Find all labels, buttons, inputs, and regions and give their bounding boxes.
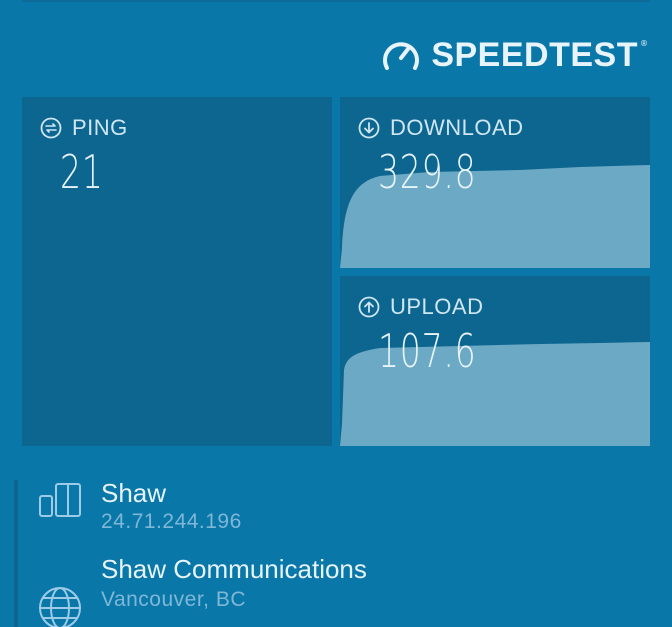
upload-label: UPLOAD bbox=[390, 294, 484, 319]
top-divider bbox=[22, 0, 650, 2]
ping-value: 21 bbox=[60, 145, 104, 199]
isp-name: Shaw bbox=[101, 478, 167, 508]
server-location: Vancouver, BC bbox=[101, 588, 247, 611]
ping-panel: PING 21 bbox=[22, 97, 332, 446]
brand-name: SPEEDTEST bbox=[431, 36, 638, 74]
ping-icon bbox=[40, 117, 62, 139]
ping-header: PING bbox=[40, 115, 128, 141]
ping-label: PING bbox=[72, 115, 128, 140]
info-divider bbox=[14, 480, 18, 627]
trademark-mark: ® bbox=[640, 39, 648, 48]
speedtest-logo: SPEEDTEST ® bbox=[381, 36, 648, 75]
speedtest-result-screen: SPEEDTEST ® PING 21 DOWNLOAD 329.8 UPLOA… bbox=[0, 0, 672, 627]
download-panel: DOWNLOAD 329.8 bbox=[340, 97, 650, 268]
upload-panel: UPLOAD 107.6 bbox=[340, 276, 650, 446]
download-value: 329.8 bbox=[378, 145, 477, 199]
upload-header: UPLOAD bbox=[358, 294, 483, 320]
speedometer-icon bbox=[383, 41, 420, 70]
ip-address: 24.71.244.196 bbox=[101, 510, 242, 533]
upload-arrow-icon bbox=[358, 296, 380, 318]
download-arrow-icon bbox=[358, 117, 380, 139]
download-header: DOWNLOAD bbox=[358, 115, 524, 141]
server-name: Shaw Communications bbox=[101, 554, 367, 584]
connection-info: Shaw 24.71.244.196 Shaw Communications V… bbox=[0, 470, 672, 627]
device-icon bbox=[39, 483, 81, 517]
upload-value: 107.6 bbox=[378, 324, 477, 378]
globe-icon bbox=[39, 587, 81, 627]
download-label: DOWNLOAD bbox=[390, 115, 524, 140]
